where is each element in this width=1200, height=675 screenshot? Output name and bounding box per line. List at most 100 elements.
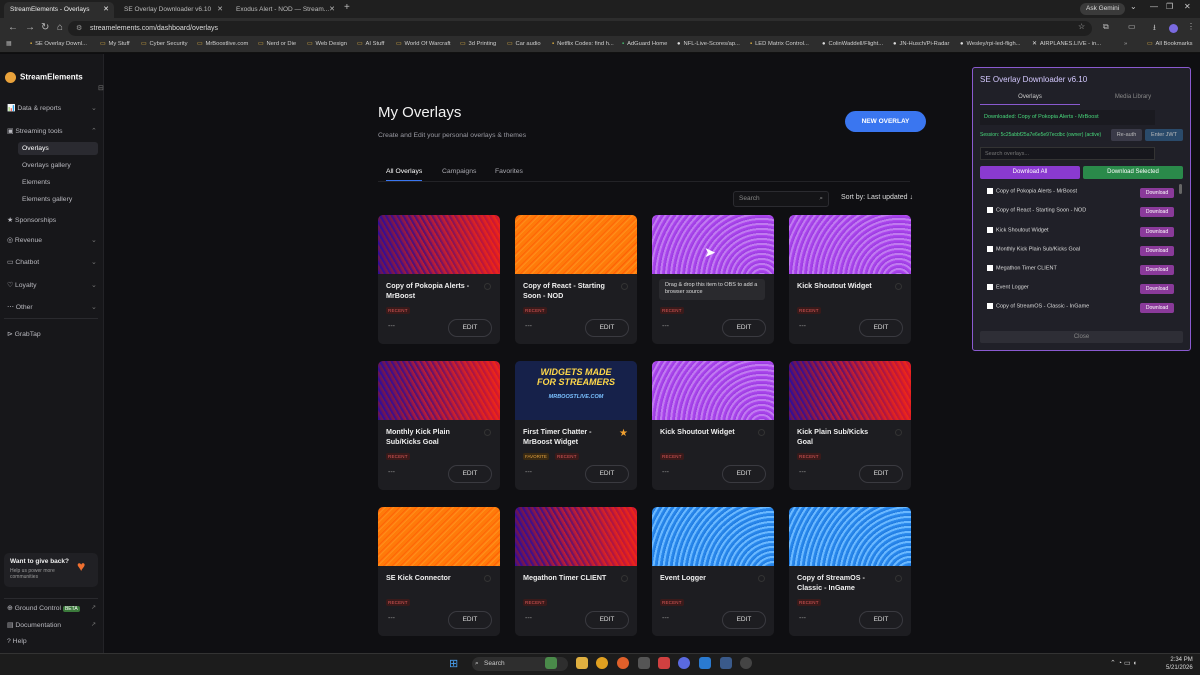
extension-row[interactable]: Monthly Kick Plain Sub/Kicks Goal xyxy=(987,246,1080,252)
sidebar-item-revenue[interactable]: ◎ Revenue ⌄ xyxy=(7,236,97,244)
edit-button[interactable]: EDIT xyxy=(585,611,629,629)
favorite-toggle[interactable] xyxy=(895,283,902,290)
extensions-icon[interactable]: ⧉ xyxy=(1103,22,1109,32)
footer-ground-control[interactable]: ⊕ Ground Control BETA ↗ xyxy=(7,604,96,612)
row-download-button[interactable]: Download xyxy=(1140,188,1174,198)
sidepanel-icon[interactable]: ▭ xyxy=(1128,22,1136,31)
back-icon[interactable]: ← xyxy=(8,22,18,33)
tab-exodus-alert[interactable]: Exodus Alert - NOD — Stream... ✕ xyxy=(230,2,340,18)
give-back-card[interactable]: Want to give back? Help us power more co… xyxy=(4,553,98,587)
row-download-button[interactable]: Download xyxy=(1140,207,1174,217)
favorite-toggle[interactable] xyxy=(758,575,765,582)
app-icon[interactable] xyxy=(740,657,752,669)
edit-button[interactable]: EDIT xyxy=(722,465,766,483)
edit-button[interactable]: EDIT xyxy=(722,319,766,337)
more-bookmarks-icon[interactable]: » xyxy=(1124,41,1127,47)
sort-dropdown[interactable]: Sort by: Last updated ↓ xyxy=(841,194,913,201)
download-all-button[interactable]: Download All xyxy=(980,166,1080,179)
extension-row[interactable]: Copy of Pokopia Alerts - MrBoost xyxy=(987,188,1077,194)
overlay-card[interactable]: Copy of StreamOS - Classic - InGame RECEN… xyxy=(789,507,911,636)
bookmark-folder[interactable]: ▭ MrBoostlive.com xyxy=(197,41,248,47)
app-icon[interactable] xyxy=(720,657,732,669)
new-tab-icon[interactable]: + xyxy=(344,2,350,13)
brand-logo[interactable]: StreamElements xyxy=(5,72,83,83)
download-icon[interactable]: ⭳ xyxy=(1153,22,1156,36)
favorite-toggle[interactable] xyxy=(621,283,628,290)
row-download-button[interactable]: Download xyxy=(1140,303,1174,313)
tab-campaigns[interactable]: Campaigns xyxy=(442,168,476,175)
bookmark-item[interactable]: ▪ Netflix Codes: find h... xyxy=(552,41,614,47)
tab-streamelements-overlays[interactable]: StreamElements - Overlays ✕ xyxy=(4,2,114,18)
edit-button[interactable]: EDIT xyxy=(448,611,492,629)
bookmark-item[interactable]: ● Wesley/rpi-led-fligh... xyxy=(960,41,1021,47)
extension-row[interactable]: Event Logger xyxy=(987,284,1029,290)
overlay-card[interactable]: Megathon Timer CLIENT RECENT --- EDIT xyxy=(515,507,637,636)
bookmark-folder[interactable]: ▭ Nerd or Die xyxy=(258,41,296,47)
all-bookmarks[interactable]: ▭ All Bookmarks xyxy=(1147,41,1193,47)
row-download-button[interactable]: Download xyxy=(1140,246,1174,256)
overlay-card[interactable]: Event Logger RECENT --- EDIT xyxy=(652,507,774,636)
edit-button[interactable]: EDIT xyxy=(859,465,903,483)
tab-overlays[interactable]: Overlays xyxy=(980,90,1080,105)
bookmark-item[interactable]: ▪ LED Matrix Control... xyxy=(750,41,809,47)
favorite-toggle[interactable] xyxy=(484,429,491,436)
windows-start-icon[interactable]: ⊞ xyxy=(449,657,458,670)
row-checkbox[interactable] xyxy=(987,284,993,290)
sidebar-item-overlays[interactable]: Overlays xyxy=(18,142,98,155)
firefox-icon[interactable] xyxy=(617,657,629,669)
overlay-menu[interactable]: --- xyxy=(388,615,395,622)
ask-gemini-button[interactable]: Ask Gemini xyxy=(1080,3,1126,15)
app-icon[interactable] xyxy=(638,657,650,669)
site-info-icon[interactable]: ⚙ xyxy=(76,21,82,36)
overlay-card[interactable]: SE Kick Connector RECENT --- EDIT xyxy=(378,507,500,636)
tab-all-overlays[interactable]: All Overlays xyxy=(386,168,423,182)
edit-button[interactable]: EDIT xyxy=(859,319,903,337)
row-checkbox[interactable] xyxy=(987,207,993,213)
sidebar-item-elements-gallery[interactable]: Elements gallery xyxy=(22,196,72,203)
row-checkbox[interactable] xyxy=(987,227,993,233)
chrome-icon[interactable] xyxy=(596,657,608,669)
favorite-toggle[interactable] xyxy=(484,575,491,582)
footer-help[interactable]: ? Help xyxy=(7,638,27,645)
footer-documentation[interactable]: ▤ Documentation ↗ xyxy=(7,621,96,629)
extension-search-input[interactable]: Search overlays... xyxy=(980,147,1155,160)
overlay-menu[interactable]: --- xyxy=(662,323,669,330)
sidebar-item-sponsorships[interactable]: ★ Sponsorships xyxy=(7,216,56,224)
sidebar-item-elements[interactable]: Elements xyxy=(22,179,50,186)
overlay-menu[interactable]: --- xyxy=(799,469,806,476)
collapse-sidebar-icon[interactable]: ⊟ xyxy=(98,84,104,92)
edit-button[interactable]: EDIT xyxy=(448,465,492,483)
clock[interactable]: 2:34 PM 5/21/2026 xyxy=(1166,656,1193,672)
close-icon[interactable]: ✕ xyxy=(103,2,109,18)
bookmark-folder[interactable]: ▭ Cyber Security xyxy=(141,41,188,47)
sidebar-item-overlays-gallery[interactable]: Overlays gallery xyxy=(22,162,71,169)
download-selected-button[interactable]: Download Selected xyxy=(1083,166,1183,179)
favorite-toggle[interactable] xyxy=(895,429,902,436)
new-overlay-button[interactable]: NEW OVERLAY xyxy=(845,111,926,132)
edit-button[interactable]: EDIT xyxy=(859,611,903,629)
row-checkbox[interactable] xyxy=(987,246,993,252)
widgets-icon[interactable] xyxy=(545,657,557,669)
bookmark-item[interactable]: ● JN-Husch/Pi-Radar xyxy=(893,41,949,47)
overlay-menu[interactable]: --- xyxy=(799,323,806,330)
bookmark-folder[interactable]: ▭ Web Design xyxy=(307,41,347,47)
bookmark-folder[interactable]: ▭ 3d Printing xyxy=(460,41,496,47)
edit-button[interactable]: EDIT xyxy=(585,319,629,337)
overlay-menu[interactable]: --- xyxy=(525,323,532,330)
edit-button[interactable]: EDIT xyxy=(448,319,492,337)
overlay-menu[interactable]: --- xyxy=(525,469,532,476)
extension-row[interactable]: Kick Shoutout Widget xyxy=(987,227,1049,233)
overlay-card[interactable]: Kick Shoutout Widget RECENT --- EDIT xyxy=(652,361,774,490)
home-icon[interactable]: ⌂ xyxy=(57,22,63,33)
extension-row[interactable]: Megathon Timer CLIENT xyxy=(987,265,1057,271)
edit-button[interactable]: EDIT xyxy=(585,465,629,483)
star-icon[interactable]: ★ xyxy=(619,428,628,439)
bookmark-folder[interactable]: ▭ AI Stuff xyxy=(357,41,384,47)
sidebar-item-streaming-tools[interactable]: ▣ Streaming tools ⌃ xyxy=(7,127,97,135)
bookmark-item[interactable]: ● ColinWaddell/Flight... xyxy=(822,41,883,47)
bookmark-star-icon[interactable]: ☆ xyxy=(1078,22,1085,31)
close-button[interactable]: Close xyxy=(980,331,1183,343)
vscode-icon[interactable] xyxy=(699,657,711,669)
overlay-menu[interactable]: --- xyxy=(799,615,806,622)
bookmark-item[interactable]: ● NFL-Live-Scores/ap... xyxy=(677,41,740,47)
